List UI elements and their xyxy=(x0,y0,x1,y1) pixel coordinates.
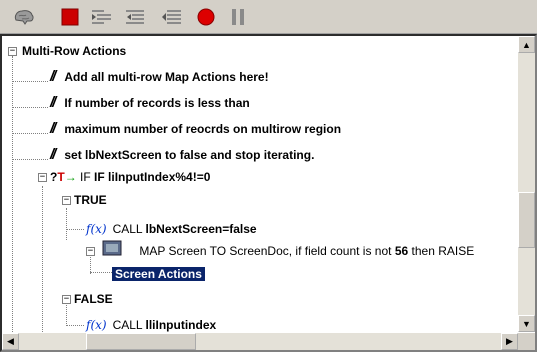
tree-line xyxy=(66,325,84,326)
record-icon xyxy=(197,8,215,26)
outdent-button[interactable] xyxy=(160,6,184,28)
scroll-up-button[interactable]: ▲ xyxy=(518,36,535,53)
call-keyword: CALL xyxy=(112,318,143,332)
tree-line xyxy=(42,186,43,332)
true-label: TRUE xyxy=(74,193,107,207)
call-keyword: CALL xyxy=(112,222,143,236)
tree-line xyxy=(90,254,91,274)
collapse-root-toggle[interactable]: − xyxy=(8,47,17,56)
tree-line xyxy=(90,272,112,273)
indent-left-icon xyxy=(126,10,144,24)
comment-icon: // xyxy=(50,68,57,85)
call-text: lbNextScreen=false xyxy=(145,222,257,236)
scroll-down-button[interactable]: ▼ xyxy=(518,315,535,332)
tree-line xyxy=(12,159,48,160)
scrollbar-corner xyxy=(518,333,535,350)
toolbar xyxy=(0,0,537,34)
comment-text: If number of records is less than xyxy=(64,96,250,110)
tree-node-map[interactable]: MAP Screen TO ScreenDoc, if field count … xyxy=(102,240,474,262)
vertical-scroll-thumb[interactable] xyxy=(518,192,535,248)
tree-line xyxy=(12,56,13,350)
pause-button[interactable] xyxy=(226,6,250,28)
scroll-right-button[interactable]: ▶ xyxy=(501,333,518,350)
collapse-if-toggle[interactable]: − xyxy=(38,173,47,182)
if-keyword: IF xyxy=(80,170,91,184)
indent-right-button[interactable] xyxy=(90,6,114,28)
horizontal-scroll-thumb[interactable] xyxy=(86,333,196,350)
comment-text: Add all multi-row Map Actions here! xyxy=(64,70,269,84)
map-text-tail: then RAISE xyxy=(411,244,475,258)
comment-text: set lbNextScreen to false and stop itera… xyxy=(64,148,315,162)
tree-line xyxy=(66,302,67,326)
stop-square-icon xyxy=(61,8,79,26)
tree-node-root[interactable]: Multi-Row Actions xyxy=(22,40,126,62)
indent-left-button[interactable] xyxy=(124,6,148,28)
screen-icon xyxy=(102,240,122,263)
tree-line xyxy=(66,208,67,240)
tree-node-call[interactable]: f(x) CALL lbNextScreen=false xyxy=(86,218,257,240)
tree-node-if[interactable]: ?T→ IF IF liInputIndex%4!=0 xyxy=(50,166,210,188)
stop-button[interactable] xyxy=(58,6,82,28)
screen-actions-label: Screen Actions xyxy=(112,267,205,281)
comment-icon: // xyxy=(50,146,57,163)
call-text: lliInputindex xyxy=(145,318,217,332)
tree-node-root-label: Multi-Row Actions xyxy=(22,44,127,58)
tree-node-screen-actions[interactable]: Screen Actions xyxy=(112,263,205,285)
collapse-map-toggle[interactable]: − xyxy=(86,247,95,256)
tree-node-false[interactable]: FALSE xyxy=(74,288,113,310)
record-button[interactable] xyxy=(194,6,218,28)
tree-node-comment[interactable]: // If number of records is less than xyxy=(50,92,250,114)
function-icon: f(x) xyxy=(86,318,107,332)
tree-node-comment[interactable]: // Add all multi-row Map Actions here! xyxy=(50,66,269,88)
action-tree[interactable]: − Multi-Row Actions // Add all multi-row … xyxy=(0,34,537,352)
tree-line xyxy=(66,229,84,230)
scroll-left-button[interactable]: ◀ xyxy=(2,333,19,350)
false-label: FALSE xyxy=(74,292,113,306)
brain-button[interactable] xyxy=(12,6,36,28)
comment-icon: // xyxy=(50,94,57,111)
brain-icon xyxy=(14,10,34,25)
comment-text: maximum number of reocrds on multirow re… xyxy=(64,122,342,136)
outdent-icon xyxy=(162,10,181,24)
pause-icon xyxy=(232,9,244,25)
tree-line xyxy=(12,107,48,108)
if-condition-text: IF liInputIndex%4!=0 xyxy=(94,170,211,184)
collapse-true-toggle[interactable]: − xyxy=(62,196,71,205)
tree-line xyxy=(12,81,48,82)
function-icon: f(x) xyxy=(86,222,107,236)
tree-node-comment[interactable]: // maximum number of reocrds on multirow … xyxy=(50,118,341,140)
tree-node-true[interactable]: TRUE xyxy=(74,189,107,211)
horizontal-scrollbar[interactable]: ◀ ▶ xyxy=(2,333,518,350)
map-field-count: 56 xyxy=(394,244,409,258)
map-text: MAP Screen TO ScreenDoc, if field count … xyxy=(139,244,392,258)
collapse-false-toggle[interactable]: − xyxy=(62,295,71,304)
tree-node-comment[interactable]: // set lbNextScreen to false and stop ite… xyxy=(50,144,314,166)
if-branch-icon: ?T→ xyxy=(50,170,77,184)
vertical-scrollbar[interactable]: ▲ ▼ xyxy=(518,36,535,332)
tree-line xyxy=(12,133,48,134)
indent-right-icon xyxy=(92,10,111,24)
comment-icon: // xyxy=(50,120,57,137)
